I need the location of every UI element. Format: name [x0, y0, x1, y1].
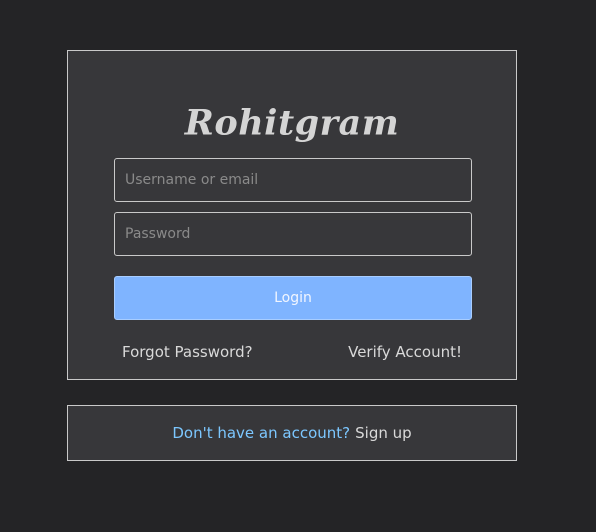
password-input[interactable]: [114, 212, 472, 256]
signup-link[interactable]: Sign up: [355, 424, 412, 442]
verify-account-link[interactable]: Verify Account!: [348, 343, 462, 361]
username-input[interactable]: [114, 158, 472, 202]
signup-card: Don't have an account? Sign up: [67, 405, 517, 461]
brand-logo: Rohitgram: [184, 102, 400, 144]
signup-prompt: Don't have an account?: [172, 424, 351, 442]
login-button[interactable]: Login: [114, 276, 472, 320]
login-card: Rohitgram Login Forgot Password? Verify …: [67, 50, 517, 380]
forgot-password-link[interactable]: Forgot Password?: [122, 343, 253, 361]
